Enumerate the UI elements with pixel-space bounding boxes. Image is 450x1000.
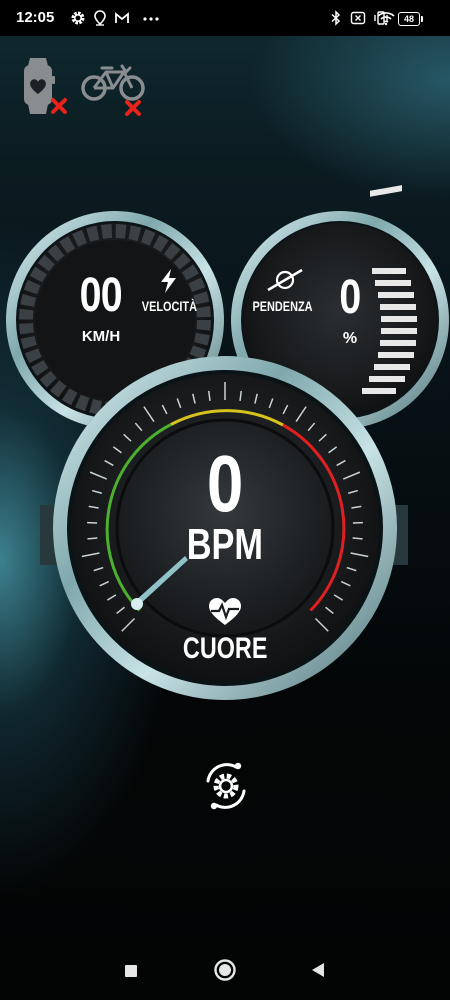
slope-label: PENDENZA xyxy=(252,298,313,314)
heart-rate-value: 0 xyxy=(207,439,243,528)
home-circle-icon xyxy=(214,959,236,981)
speed-unit: KM/H xyxy=(81,328,121,345)
gauge-tick xyxy=(87,537,98,540)
back-triangle-icon xyxy=(312,963,324,977)
heart-label: CUORE xyxy=(182,632,268,665)
speed-label: VELOCITÀ xyxy=(141,298,197,314)
recents-button[interactable] xyxy=(124,963,138,982)
heartbeat-icon xyxy=(207,597,243,631)
gauge-tick xyxy=(352,537,363,540)
gear-sync-icon xyxy=(206,762,246,810)
recents-square-icon xyxy=(125,965,137,977)
gear-sync-button[interactable] xyxy=(195,755,257,817)
heart-rate-unit: BPM xyxy=(186,520,264,569)
incline-icon xyxy=(266,266,306,298)
speed-value: 00 xyxy=(79,269,123,322)
home-button[interactable] xyxy=(213,958,237,986)
slope-unit: % xyxy=(342,330,358,347)
back-button[interactable] xyxy=(310,962,326,982)
slope-value: 0 xyxy=(339,271,361,324)
app-screen: 12:05 48 00 KM/H VELOCITÀ PENDENZA 0 % 0… xyxy=(0,0,450,1000)
lightning-icon xyxy=(157,268,179,298)
